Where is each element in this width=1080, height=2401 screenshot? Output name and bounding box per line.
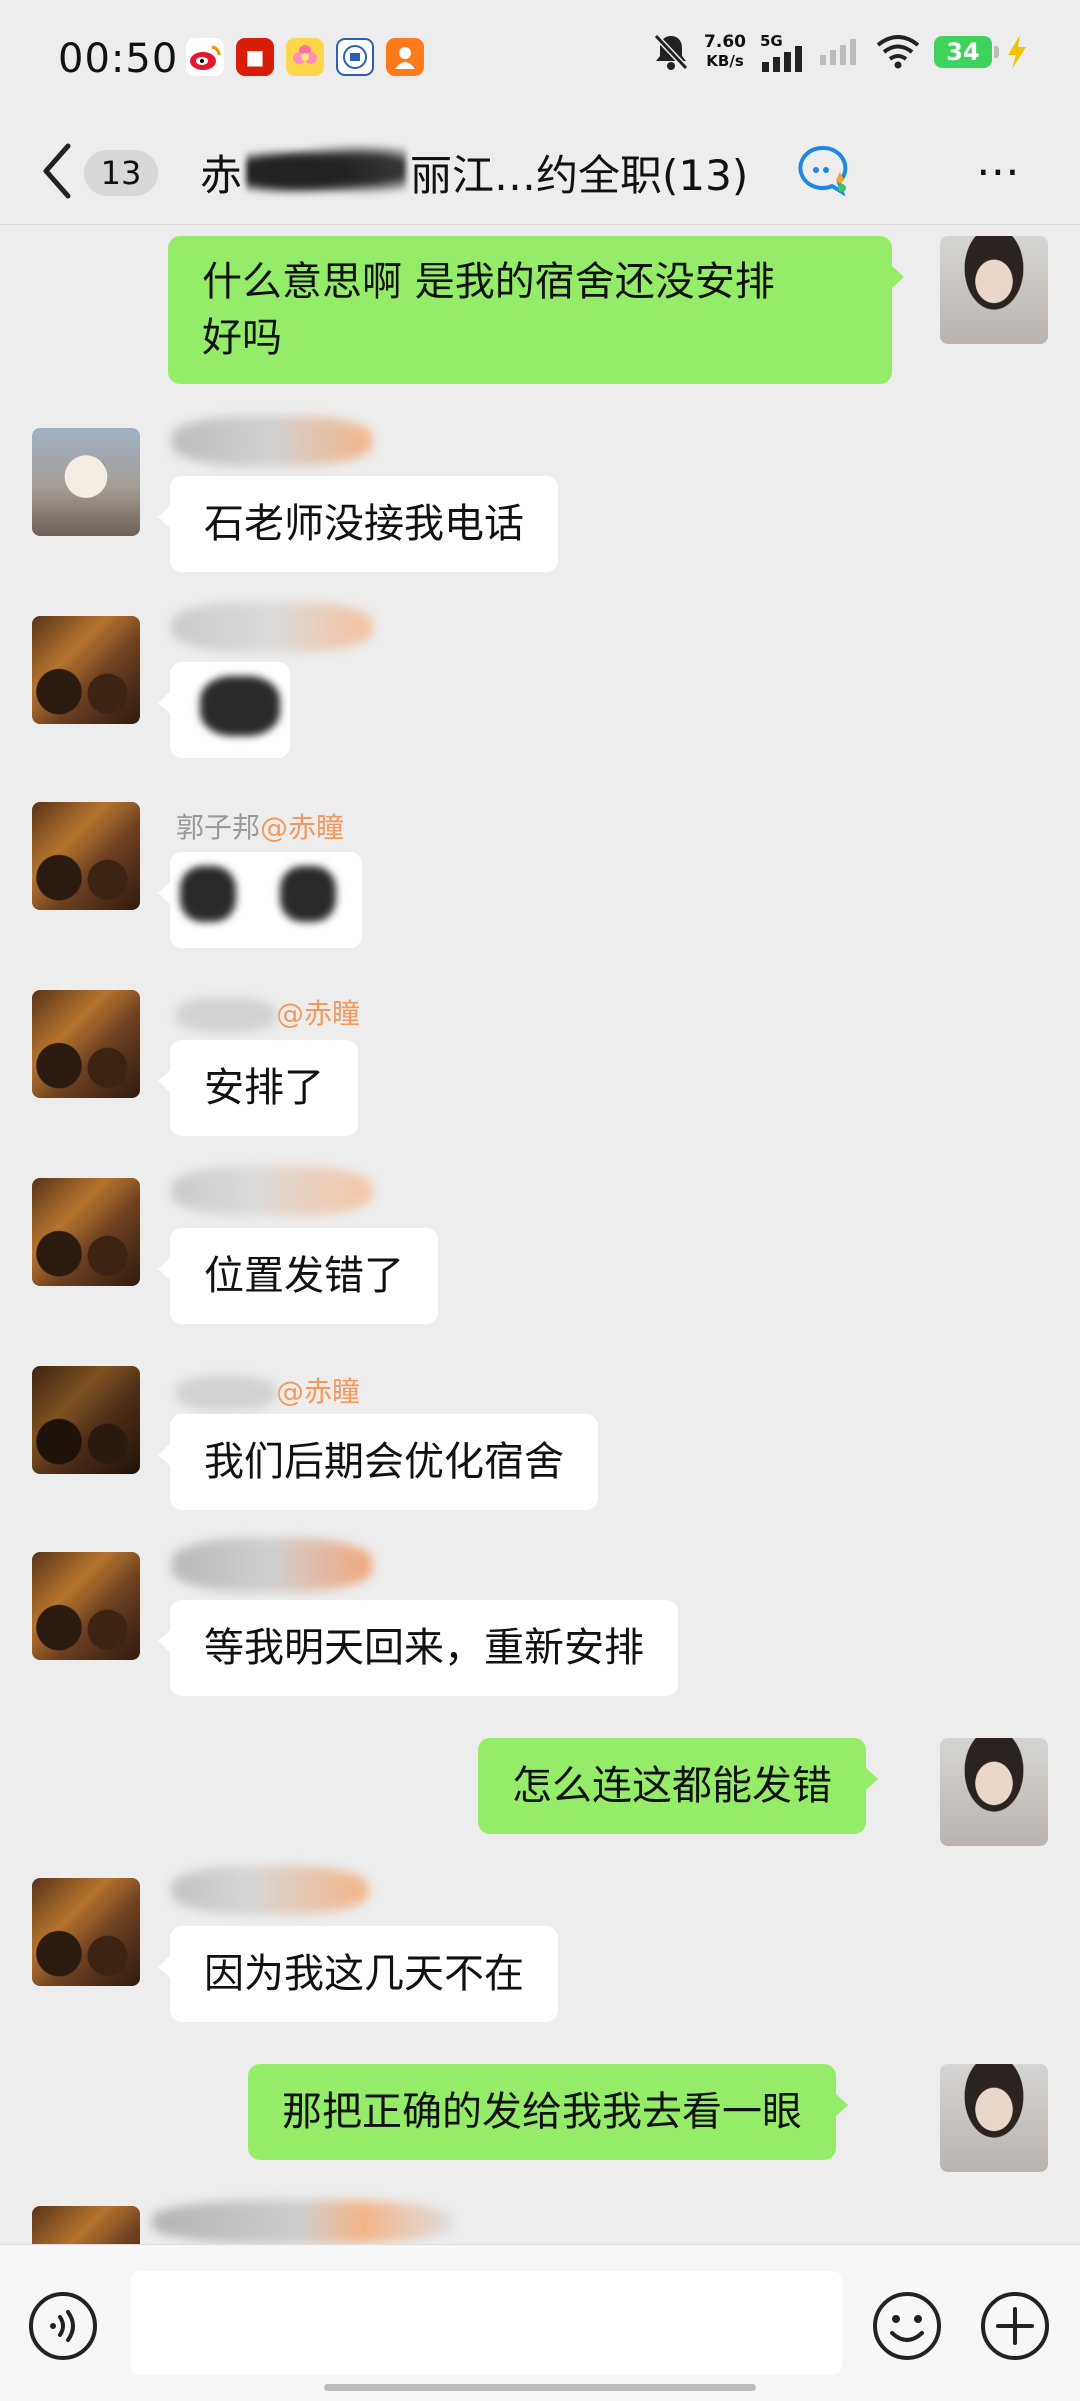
redacted-sender-name bbox=[172, 416, 372, 466]
message-bubble-outgoing[interactable]: 那把正确的发给我我去看一眼 bbox=[248, 2064, 848, 2160]
message-text: 什么意思啊 是我的宿舍还没安排 bbox=[202, 259, 775, 305]
chat-message-list[interactable]: 什么意思啊 是我的宿舍还没安排 好吗 石老师没接我电话 郭子邦@赤瞳 @赤瞳 安… bbox=[0, 226, 1080, 2244]
message-text: 怎么连这都能发错 bbox=[512, 1763, 832, 1809]
message-bubble-incoming[interactable]: 安排了 bbox=[158, 1040, 358, 1136]
voice-icon[interactable] bbox=[28, 2291, 98, 2361]
chat-title[interactable]: 赤 丽江…约全职(13) bbox=[200, 134, 748, 210]
ai-search-icon[interactable] bbox=[792, 142, 852, 202]
sender-avatar[interactable] bbox=[32, 1178, 140, 1286]
message-bubble-redacted[interactable] bbox=[158, 852, 362, 948]
notification-icons: ■ bbox=[186, 38, 424, 76]
sender-avatar[interactable] bbox=[32, 616, 140, 724]
chat-header: 13 赤 丽江…约全职(13) ⋯ bbox=[0, 120, 1080, 225]
message-bubble-incoming[interactable]: 位置发错了 bbox=[158, 1228, 438, 1324]
status-time: 00:50 bbox=[58, 36, 179, 82]
input-bar bbox=[0, 2244, 1080, 2401]
battery-icon: 34 bbox=[934, 36, 999, 68]
sender-avatar[interactable] bbox=[32, 1552, 140, 1660]
sender-avatar[interactable] bbox=[32, 2206, 140, 2244]
home-indicator[interactable] bbox=[324, 2384, 756, 2391]
message-text: 等我明天回来，重新安排 bbox=[204, 1625, 644, 1671]
battery-level: 34 bbox=[946, 38, 980, 66]
message-bubble-redacted[interactable] bbox=[158, 662, 290, 758]
net-speed-unit: KB/s bbox=[706, 52, 744, 70]
back-icon[interactable] bbox=[36, 138, 86, 204]
redacted-message-scribble bbox=[180, 866, 236, 922]
more-icon[interactable]: ⋯ bbox=[976, 146, 1022, 197]
status-bar: 00:50 ■ 7.60 KB/s 5G 34 bbox=[0, 0, 1080, 120]
system-icons: 7.60 KB/s 5G 34 bbox=[652, 32, 1028, 72]
redacted-message-scribble bbox=[200, 676, 280, 736]
message-text: 我们后期会优化宿舍 bbox=[204, 1439, 564, 1485]
redacted-sender-name bbox=[176, 1376, 276, 1410]
message-text: 石老师没接我电话 bbox=[204, 501, 524, 547]
net-speed: 7.60 KB/s bbox=[704, 33, 746, 71]
message-bubble-outgoing[interactable]: 什么意思啊 是我的宿舍还没安排 好吗 bbox=[168, 236, 904, 384]
redacted-sender-name bbox=[172, 1538, 372, 1592]
message-text: 安排了 bbox=[204, 1065, 324, 1111]
message-text: 好吗 bbox=[202, 315, 282, 361]
signal-5g: 5G bbox=[760, 32, 806, 72]
message-text: 位置发错了 bbox=[204, 1253, 404, 1299]
charging-icon bbox=[1008, 35, 1026, 69]
message-bubble-incoming[interactable]: 因为我这几天不在 bbox=[158, 1926, 558, 2022]
redacted-sender-name bbox=[176, 998, 276, 1032]
message-bubble-incoming[interactable]: 石老师没接我电话 bbox=[158, 476, 558, 572]
message-text: 因为我这几天不在 bbox=[204, 1951, 524, 1997]
message-text: 那把正确的发给我我去看一眼 bbox=[282, 2089, 802, 2135]
sender-name: @赤瞳 bbox=[176, 992, 360, 1032]
redacted-message-scribble bbox=[280, 866, 336, 922]
message-bubble-outgoing[interactable]: 怎么连这都能发错 bbox=[478, 1738, 878, 1834]
mute-icon bbox=[653, 33, 689, 71]
title-suffix: 丽江…约全职(13) bbox=[410, 150, 749, 200]
mention-text: @赤瞳 bbox=[276, 1375, 361, 1408]
message-bubble-incoming[interactable]: 等我明天回来，重新安排 bbox=[158, 1600, 678, 1696]
flower-icon bbox=[286, 38, 324, 76]
mention-text: @赤瞳 bbox=[276, 997, 361, 1030]
emoji-icon[interactable] bbox=[872, 2291, 942, 2361]
unread-count-badge[interactable]: 13 bbox=[84, 150, 158, 196]
redacted-sender-name bbox=[172, 602, 372, 652]
title-prefix: 赤 bbox=[200, 150, 243, 200]
redacted-sender-name bbox=[172, 1166, 372, 1216]
mention-text: @赤瞳 bbox=[260, 811, 345, 844]
weibo-icon bbox=[186, 38, 224, 76]
sender-avatar[interactable] bbox=[32, 802, 140, 910]
sender-avatar[interactable] bbox=[32, 990, 140, 1098]
sender-avatar[interactable] bbox=[32, 1878, 140, 1986]
signal-icon bbox=[820, 39, 856, 65]
message-input[interactable] bbox=[130, 2271, 842, 2375]
plus-icon[interactable] bbox=[980, 2291, 1050, 2361]
sender-name: @赤瞳 bbox=[176, 1370, 360, 1410]
campus-icon bbox=[336, 38, 374, 76]
redacted-sender-name bbox=[152, 2200, 452, 2244]
sender-name: 郭子邦@赤瞳 bbox=[176, 806, 344, 846]
sender-name-text: 郭子邦 bbox=[176, 811, 261, 844]
sender-avatar[interactable] bbox=[32, 1366, 140, 1474]
my-avatar[interactable] bbox=[940, 2064, 1048, 2172]
my-avatar[interactable] bbox=[940, 1738, 1048, 1846]
sender-avatar[interactable] bbox=[32, 428, 140, 536]
redacted-title-blur bbox=[246, 144, 407, 200]
message-bubble-incoming[interactable]: 我们后期会优化宿舍 bbox=[158, 1414, 598, 1510]
news-icon: ■ bbox=[236, 38, 274, 76]
net-speed-value: 7.60 bbox=[704, 32, 746, 52]
redacted-sender-name bbox=[172, 1866, 368, 1914]
signal-icon bbox=[762, 46, 802, 72]
app-icon bbox=[386, 38, 424, 76]
my-avatar[interactable] bbox=[940, 236, 1048, 344]
wifi-icon bbox=[876, 35, 920, 69]
